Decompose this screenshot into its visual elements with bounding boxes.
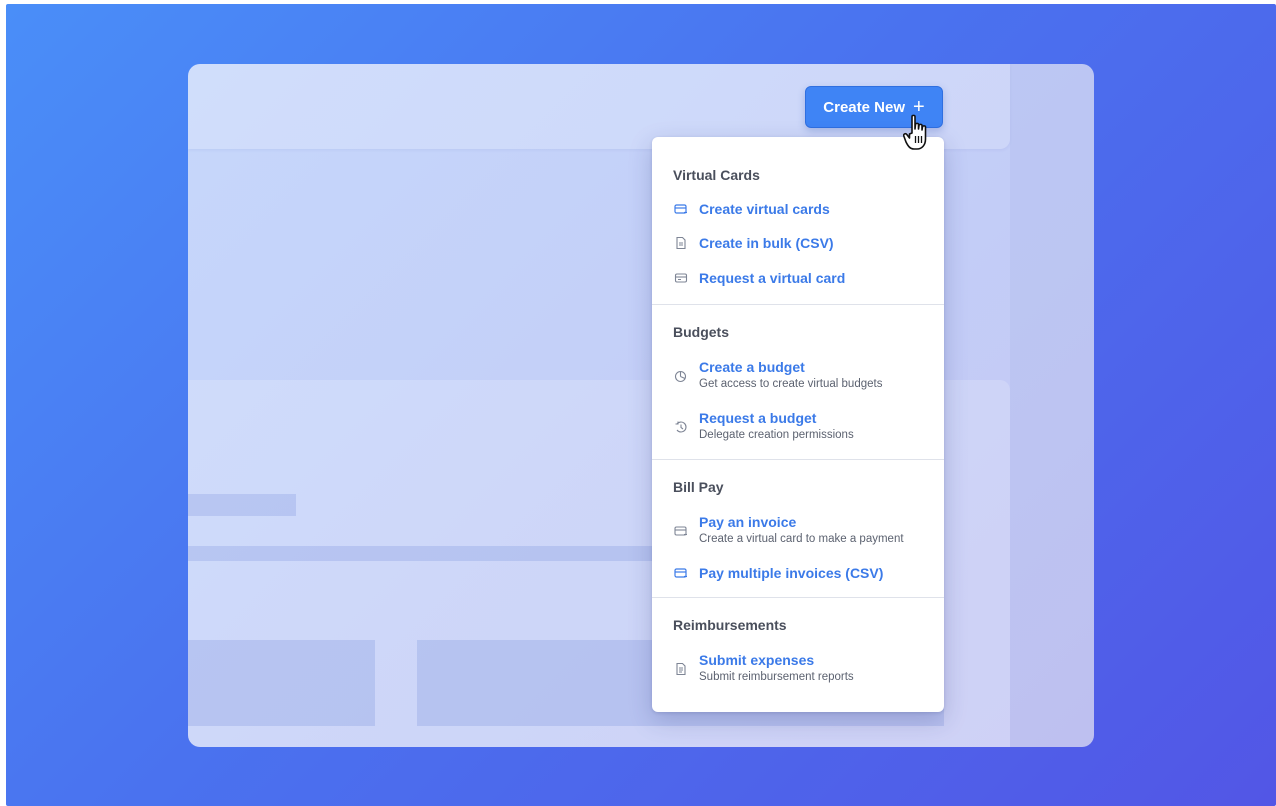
- app-window: [188, 64, 1094, 747]
- create-new-label: Create New: [823, 98, 905, 116]
- menu-section-bill-pay: Bill Pay Pay an invoice Create a virtual…: [652, 460, 944, 598]
- receipt-icon: [673, 661, 689, 677]
- document-icon: [673, 235, 689, 251]
- menu-item-label: Create virtual cards: [699, 201, 830, 217]
- side-strip: [1010, 64, 1094, 747]
- section-heading: Budgets: [673, 324, 729, 340]
- card-icon: [673, 523, 689, 539]
- menu-section-reimbursements: Reimbursements Submit expenses Submit re…: [652, 598, 944, 712]
- menu-item-description: Delegate creation permissions: [699, 429, 854, 441]
- pie-chart-icon: [673, 368, 689, 384]
- menu-item-description: Create a virtual card to make a payment: [699, 533, 904, 545]
- card-icon: [673, 201, 689, 217]
- menu-item-pay-invoice[interactable]: Pay an invoice Create a virtual card to …: [673, 514, 904, 546]
- section-heading: Bill Pay: [673, 479, 724, 495]
- menu-section-virtual-cards: Virtual Cards Create virtual cards Creat…: [652, 137, 944, 305]
- menu-item-description: Get access to create virtual budgets: [699, 378, 883, 390]
- menu-item-submit-expenses[interactable]: Submit expenses Submit reimbursement rep…: [673, 652, 854, 684]
- placeholder-block: [188, 640, 375, 726]
- menu-item-pay-multiple-invoices[interactable]: Pay multiple invoices (CSV): [673, 565, 883, 581]
- menu-item-description: Submit reimbursement reports: [699, 671, 854, 683]
- card-request-icon: [673, 270, 689, 286]
- background-stage: Create New + Virtual Cards Create virtua…: [6, 4, 1276, 806]
- menu-section-budgets: Budgets Create a budget Get access to cr…: [652, 305, 944, 460]
- menu-item-label: Create in bulk (CSV): [699, 235, 834, 251]
- menu-item-label: Create a budget: [699, 359, 805, 375]
- menu-item-create-virtual-cards[interactable]: Create virtual cards: [673, 201, 830, 217]
- menu-item-label: Pay an invoice: [699, 514, 797, 530]
- budget-request-icon: [673, 419, 689, 435]
- menu-item-label: Request a budget: [699, 410, 817, 426]
- create-new-dropdown-menu: Virtual Cards Create virtual cards Creat…: [652, 137, 944, 712]
- menu-item-label: Request a virtual card: [699, 270, 846, 286]
- menu-item-create-budget[interactable]: Create a budget Get access to create vir…: [673, 359, 882, 391]
- menu-item-label: Submit expenses: [699, 652, 815, 668]
- card-icon: [673, 565, 689, 581]
- hand-pointer-cursor-icon: [903, 114, 927, 150]
- section-heading: Reimbursements: [673, 617, 787, 633]
- menu-item-request-budget[interactable]: Request a budget Delegate creation permi…: [673, 410, 854, 442]
- menu-item-label: Pay multiple invoices (CSV): [699, 565, 884, 581]
- section-heading: Virtual Cards: [673, 167, 760, 183]
- placeholder-block: [188, 494, 296, 516]
- menu-item-request-virtual-card[interactable]: Request a virtual card: [673, 270, 845, 286]
- menu-item-create-in-bulk[interactable]: Create in bulk (CSV): [673, 235, 834, 251]
